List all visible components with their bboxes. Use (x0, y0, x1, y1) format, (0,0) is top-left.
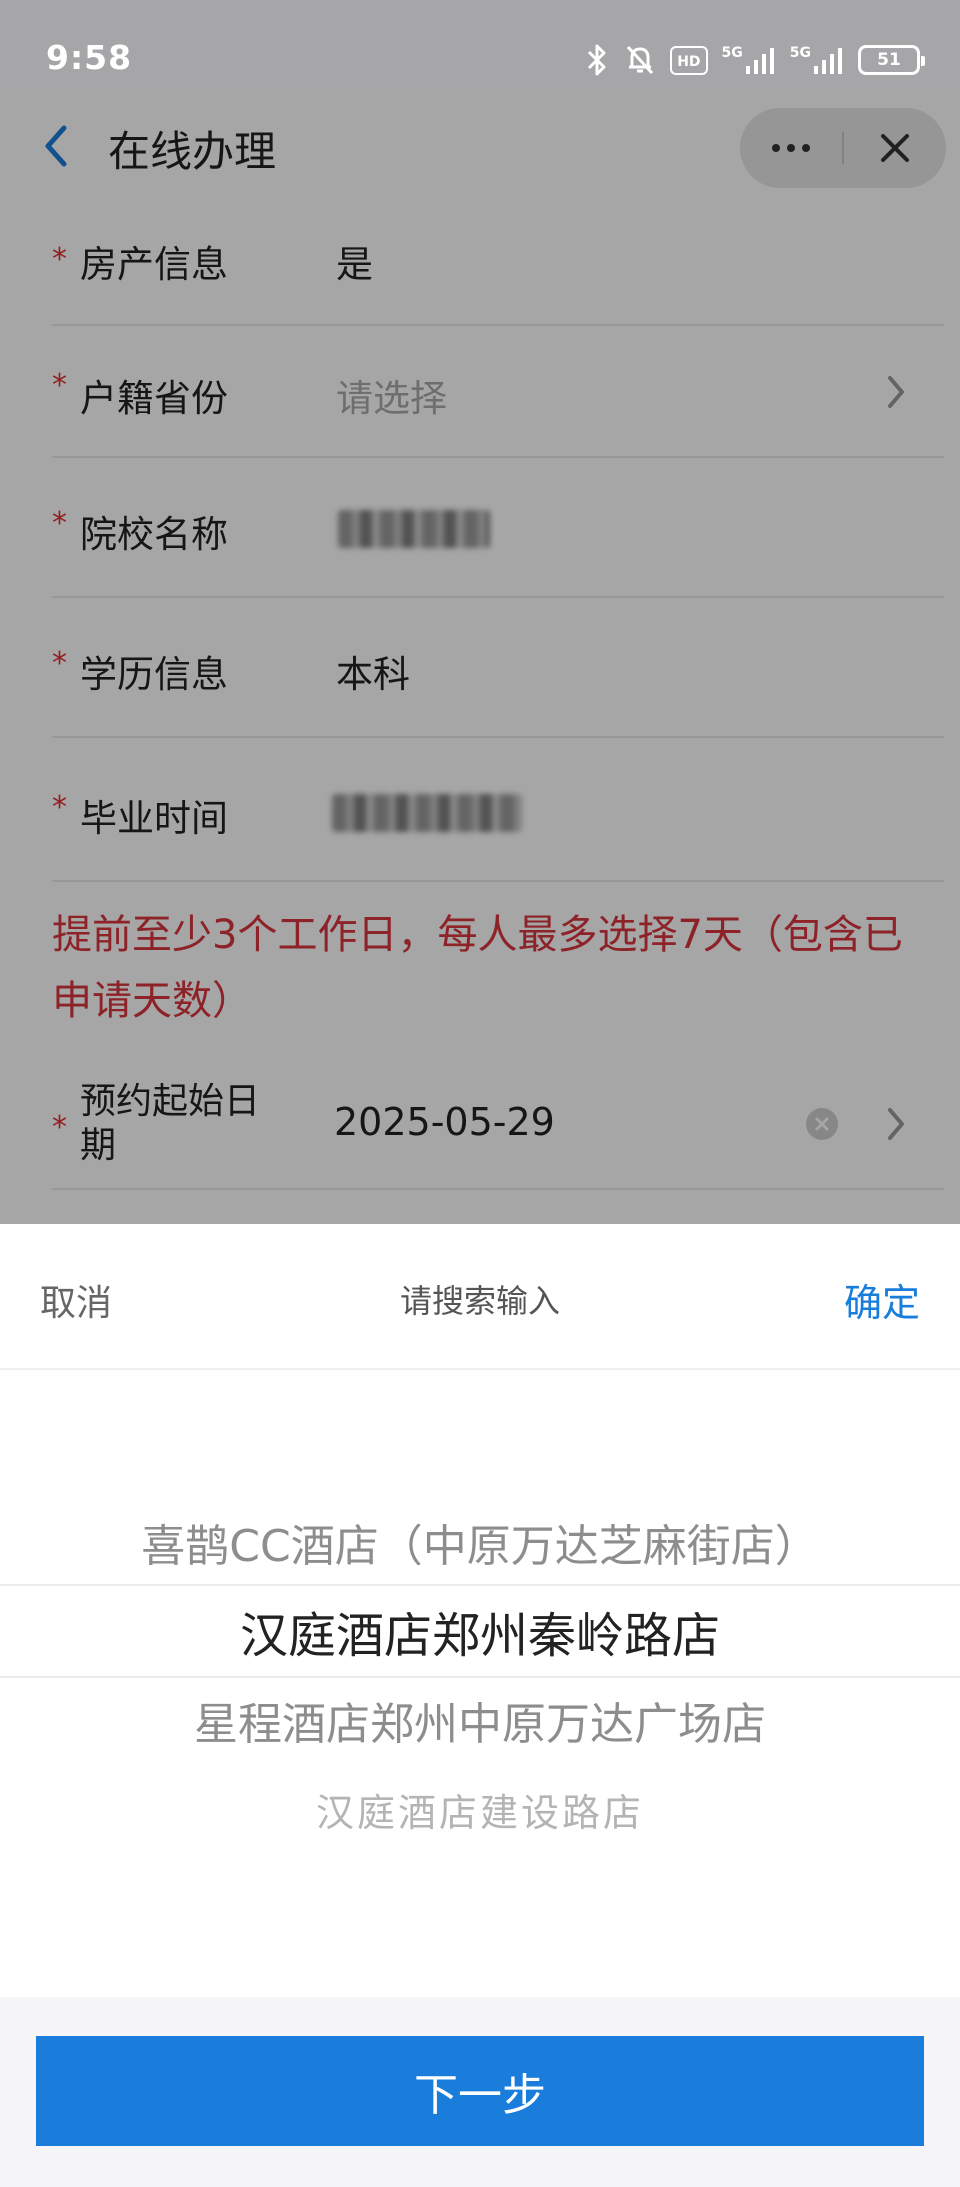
mute-bell-icon (624, 43, 656, 77)
picker-header: 取消 请搜索输入 确定 (0, 1224, 960, 1370)
hd-icon: HD (670, 45, 708, 75)
picker-confirm-button[interactable]: 确定 (844, 1272, 920, 1327)
battery-level: 51 (877, 50, 901, 70)
status-icons: HD 5G 5G 51 (584, 40, 925, 80)
picker-option[interactable]: 喜鹊CC酒店（中原万达芝麻街店） (0, 1510, 960, 1574)
picker-option-selected[interactable]: 汉庭酒店郑州秦岭路店 (0, 1596, 960, 1666)
network-type-label: 5G (721, 45, 743, 61)
picker-option[interactable]: 星程酒店郑州中原万达广场店 (0, 1688, 960, 1752)
network-type-label: 5G (789, 45, 811, 61)
hotel-picker-sheet: 取消 请搜索输入 确定 喜鹊CC酒店（中原万达芝麻街店） 汉庭酒店郑州秦岭路店 … (0, 1224, 960, 1997)
bottom-bar: 下一步 (0, 1997, 960, 2187)
status-time: 9:58 (46, 38, 133, 77)
modal-overlay[interactable] (0, 88, 960, 1224)
signal-5g-icon: 5G (790, 46, 844, 74)
hd-label: HD (677, 53, 701, 70)
selection-divider-top (0, 1584, 960, 1586)
status-bar: 9:58 HD 5G 5G 51 (0, 0, 960, 88)
picker-wheel[interactable]: 喜鹊CC酒店（中原万达芝麻街店） 汉庭酒店郑州秦岭路店 星程酒店郑州中原万达广场… (0, 1370, 960, 1997)
bluetooth-icon (584, 43, 610, 77)
next-step-button[interactable]: 下一步 (36, 2036, 924, 2146)
battery-icon: 51 (858, 45, 925, 75)
picker-option[interactable]: 汉庭酒店建设路店 (0, 1782, 960, 1837)
signal-5g-icon: 5G (722, 46, 776, 74)
picker-search-input[interactable]: 请搜索输入 (0, 1276, 960, 1322)
selection-divider-bottom (0, 1676, 960, 1678)
